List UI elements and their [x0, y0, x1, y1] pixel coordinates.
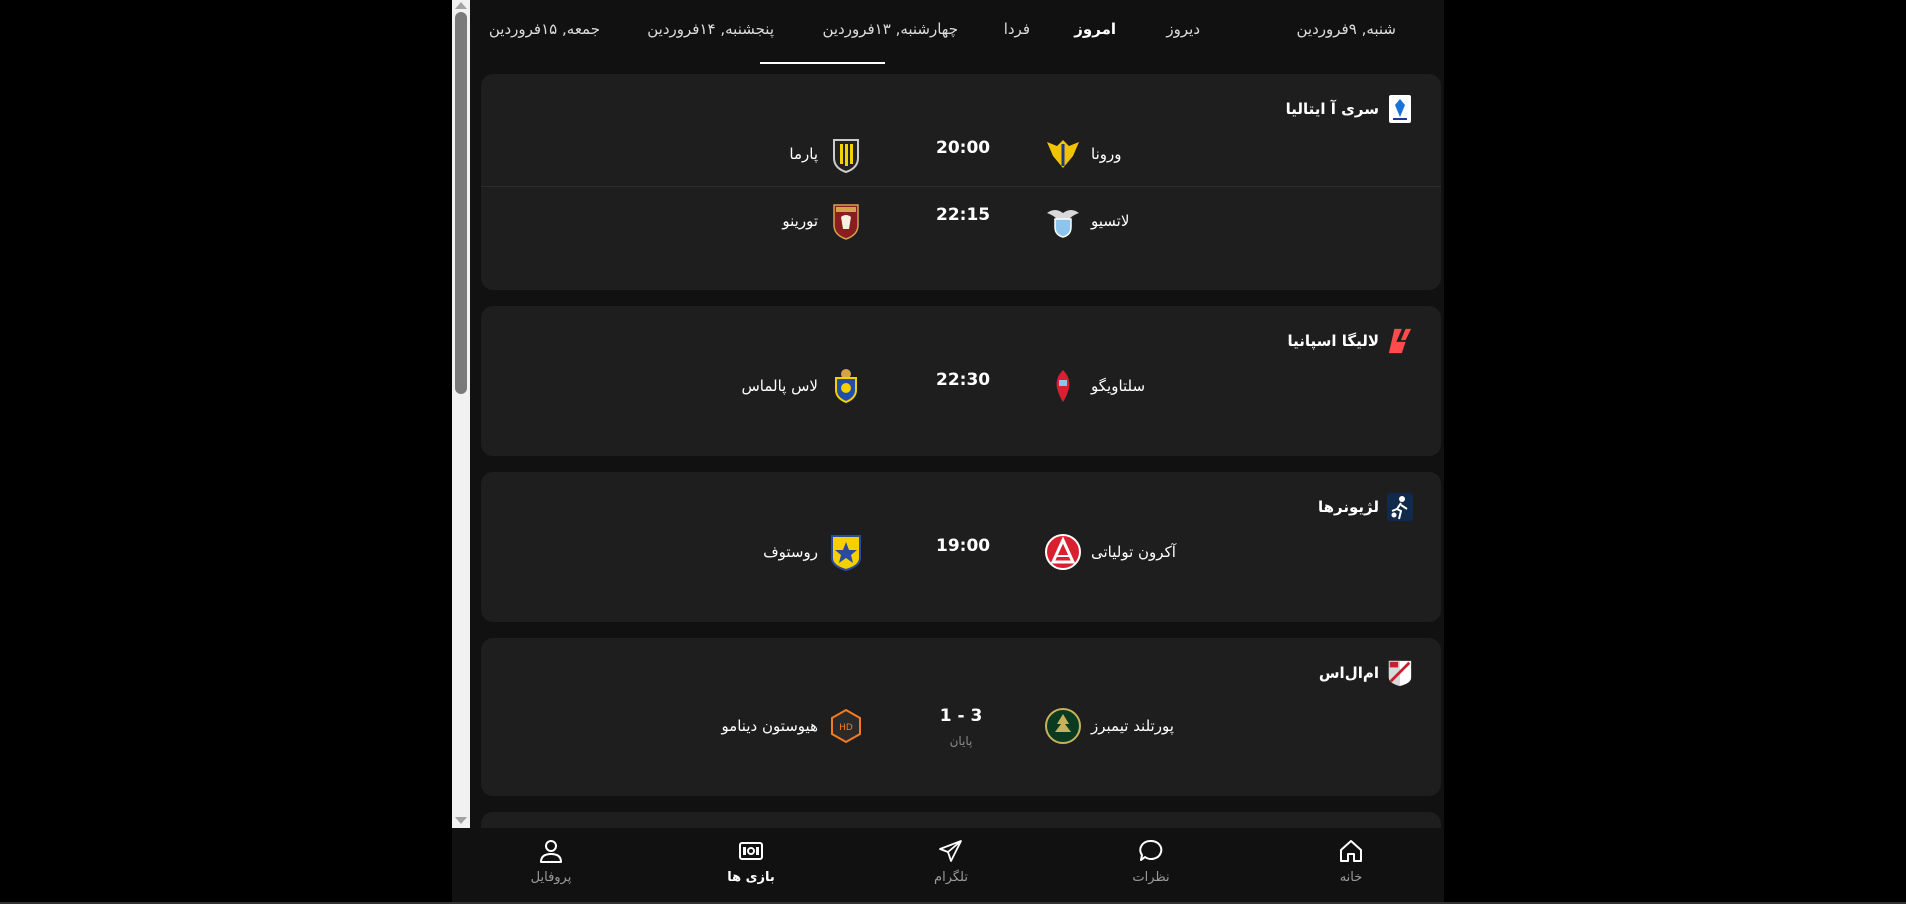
away-team-name: پارما	[789, 145, 818, 163]
tab-tomorrow[interactable]: فردا	[1004, 20, 1030, 38]
scoreboard-icon	[739, 842, 763, 860]
lazio-crest-icon	[1047, 210, 1079, 238]
away-team: پارما	[789, 134, 866, 174]
league-name: لالیگا اسپانیا	[1287, 332, 1379, 350]
home-team-name: پورتلند تیمبرز	[1091, 717, 1174, 735]
home-icon	[1340, 840, 1362, 862]
away-team: هیوستون دینامو HD	[721, 706, 866, 746]
match-row[interactable]: هیوستون دینامو HD 1 - 3 پایان پورتلند تی…	[481, 684, 1441, 764]
selected-tab-indicator	[760, 62, 885, 64]
league-name: لژیونرها	[1318, 498, 1379, 516]
telegram-icon	[939, 840, 962, 862]
houston-crest-icon: HD	[831, 708, 861, 744]
torino-crest-icon	[833, 204, 859, 240]
away-team-name: تورینو	[782, 212, 818, 230]
tab-today[interactable]: امروز	[1074, 20, 1116, 38]
league-card-laliga: لالیگا اسپانیا لاس پالماس 22:30 سلتاویگو	[481, 306, 1441, 456]
home-team-name: لاتسیو	[1091, 212, 1130, 230]
away-team-name: لاس پالماس	[741, 377, 818, 395]
tab-thursday[interactable]: پنجشنبه, ۱۴فروردین	[647, 20, 774, 38]
celta-crest-icon	[1056, 370, 1070, 402]
away-team: روستوف	[763, 532, 866, 572]
home-team: ورونا	[1043, 134, 1121, 174]
match-time: 20:00	[936, 138, 991, 158]
match-row[interactable]: روستوف 19:00 آکرون تولیاتی	[481, 518, 1441, 584]
parma-crest-icon	[833, 139, 859, 174]
home-team-name: ورونا	[1091, 145, 1122, 163]
nav-games[interactable]: بازی ها	[711, 838, 791, 885]
comment-icon	[1139, 839, 1163, 861]
home-team: سلتاویگو	[1043, 366, 1145, 406]
scroll-up-arrow-icon[interactable]	[455, 2, 467, 9]
app-panel: شنبه, ۹فروردین دیروز امروز فردا چهارشنبه…	[452, 0, 1444, 904]
away-team: تورینو	[782, 201, 866, 241]
match-time: 22:15	[936, 205, 991, 225]
nav-profile-label: پروفایل	[530, 870, 572, 885]
match-status: پایان	[949, 734, 973, 748]
league-card-serie-a: سری آ ایتالیا پارما 20:00 ورونا تورینو 2…	[481, 74, 1441, 290]
league-name: ام‌ال‌اس	[1318, 664, 1379, 682]
match-row[interactable]: پارما 20:00 ورونا	[481, 120, 1441, 186]
league-card-next	[481, 812, 1441, 828]
nav-telegram-label: تلگرام	[934, 870, 968, 885]
akron-crest-icon	[1045, 534, 1081, 570]
tab-wednesday[interactable]: چهارشنبه, ۱۳فروردین	[822, 20, 958, 38]
match-list: سری آ ایتالیا پارما 20:00 ورونا تورینو 2…	[452, 66, 1444, 828]
match-row[interactable]: تورینو 22:15 لاتسیو	[481, 186, 1441, 253]
tab-saturday[interactable]: شنبه, ۹فروردین	[1297, 20, 1396, 38]
portland-crest-icon	[1045, 708, 1081, 744]
nav-telegram[interactable]: تلگرام	[911, 838, 991, 885]
home-team-name: سلتاویگو	[1091, 377, 1146, 395]
match-time: 19:00	[936, 536, 991, 556]
home-team: پورتلند تیمبرز	[1043, 706, 1174, 746]
las-palmas-crest-icon	[835, 369, 857, 404]
away-team-name: روستوف	[763, 543, 818, 561]
nav-games-label: بازی ها	[727, 870, 775, 885]
user-icon	[540, 840, 562, 863]
bottom-navigation: خانه نظرات تلگرام بازی ها پروفایل	[452, 828, 1444, 904]
away-team: لاس پالماس	[741, 366, 866, 406]
nav-comments[interactable]: نظرات	[1111, 838, 1191, 885]
home-team-name: آکرون تولیاتی	[1091, 543, 1176, 561]
home-team: آکرون تولیاتی	[1043, 532, 1176, 572]
match-score: 1 - 3	[939, 706, 983, 726]
league-card-mls: ام‌ال‌اس هیوستون دینامو HD 1 - 3 پایان	[481, 638, 1441, 796]
nav-home[interactable]: خانه	[1311, 838, 1391, 885]
home-team: لاتسیو	[1043, 201, 1129, 241]
rostov-crest-icon	[831, 535, 861, 572]
verona-crest-icon	[1047, 140, 1079, 168]
league-name: سری آ ایتالیا	[1285, 100, 1379, 118]
svg-text:HD: HD	[839, 723, 853, 733]
nav-profile[interactable]: پروفایل	[511, 838, 591, 885]
tab-yesterday[interactable]: دیروز	[1166, 20, 1200, 38]
match-row[interactable]: لاس پالماس 22:30 سلتاویگو	[481, 352, 1441, 418]
league-card-legionnaires: لژیونرها روستوف 19:00 آکرون تولیاتی	[481, 472, 1441, 622]
away-team-name: هیوستون دینامو	[721, 717, 818, 735]
date-tabs: شنبه, ۹فروردین دیروز امروز فردا چهارشنبه…	[470, 0, 1426, 66]
nav-comments-label: نظرات	[1132, 870, 1170, 885]
match-time: 22:30	[936, 370, 991, 390]
tab-friday[interactable]: جمعه, ۱۵فروردین	[489, 20, 600, 38]
nav-home-label: خانه	[1339, 870, 1363, 885]
